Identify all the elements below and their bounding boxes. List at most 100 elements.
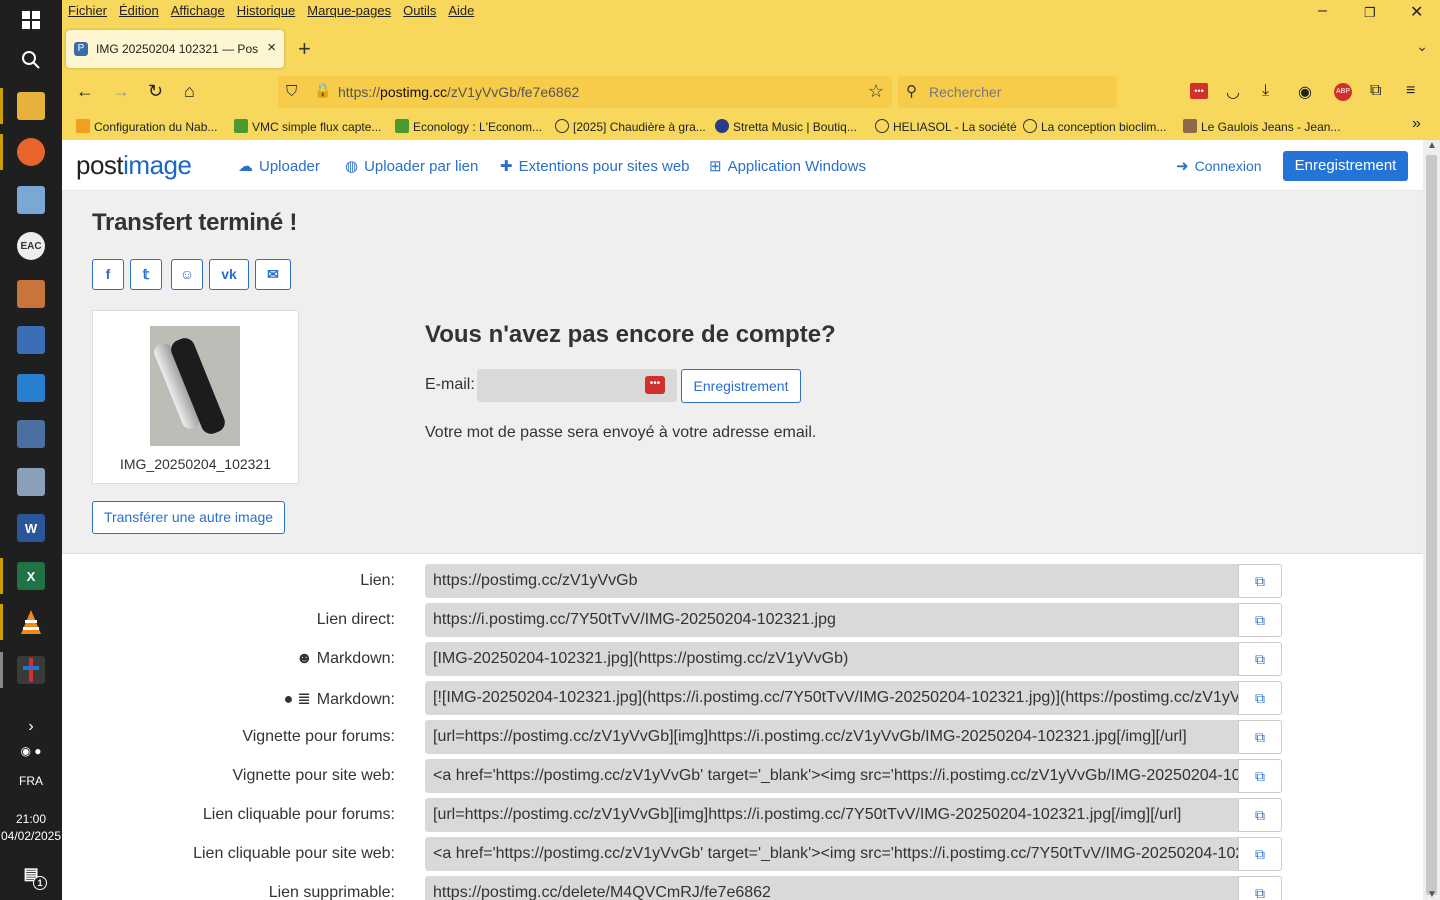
copy-icon[interactable]: ⧉ [1238,876,1282,900]
register-button[interactable]: Enregistrement [1283,151,1408,181]
app-icon[interactable] [17,280,45,308]
bookmark-item[interactable]: Stretta Music | Boutiq... [715,119,857,134]
language-indicator[interactable]: FRA [0,774,62,788]
copy-icon[interactable]: ⧉ [1238,759,1282,793]
bookmark-item[interactable]: La conception bioclim... [1023,119,1166,134]
photo-icon[interactable] [17,468,45,496]
download-icon[interactable]: ⤓ [1262,82,1269,100]
home-icon[interactable]: ⌂ [184,81,195,102]
link-field[interactable]: [url=https://postimg.cc/zV1yVvGb][img]ht… [425,798,1238,832]
search-icon[interactable] [17,46,45,74]
more-bookmarks-icon[interactable]: » [1412,115,1421,133]
link-field[interactable]: <a href='https://postimg.cc/zV1yVvGb' ta… [425,837,1238,871]
close-window-icon[interactable]: ✕ [1410,2,1423,22]
minimize-icon[interactable]: – [1318,2,1327,20]
word-icon[interactable]: W [17,514,45,542]
maximize-icon[interactable]: ❐ [1364,5,1376,21]
copy-icon[interactable]: ⧉ [1238,603,1282,637]
menu-help[interactable]: Aide [448,3,474,18]
lock-icon[interactable]: 🔒 [314,82,331,99]
link-field[interactable]: https://i.postimg.cc/7Y50tTvV/IMG-202502… [425,603,1238,637]
password-manager-icon[interactable]: ••• [1190,83,1208,99]
link-field[interactable]: [IMG-20250204-102321.jpg](https://postim… [425,642,1238,676]
book-icon[interactable] [17,374,45,402]
bookmark-star-icon[interactable]: ☆ [868,81,884,102]
new-tab-icon[interactable]: + [298,36,311,62]
copy-icon[interactable]: ⧉ [1238,798,1282,832]
link-field[interactable]: https://postimg.cc/delete/M4QVCmRJ/fe7e6… [425,876,1238,900]
bookmark-item[interactable]: VMC simple flux capte... [234,119,381,134]
reddit-share-icon[interactable]: ☺ [171,259,203,290]
copy-icon[interactable]: ⧉ [1238,642,1282,676]
link-field[interactable]: [![IMG-20250204-102321.jpg](https://i.po… [425,681,1238,715]
knife-image[interactable] [150,326,240,446]
nav-upload[interactable]: ☁ Uploader [238,157,320,175]
link-field[interactable]: [url=https://postimg.cc/zV1yVvGb][img]ht… [425,720,1238,754]
nav-windows-app[interactable]: ⊞ Application Windows [709,157,866,175]
list-tabs-icon[interactable]: ⌄ [1416,38,1428,55]
postimage-logo[interactable]: postimage [76,150,192,181]
back-icon[interactable]: ← [76,81,94,102]
notification-icon[interactable]: ▤ 1 [17,860,47,890]
account-icon[interactable]: ◉ [1298,82,1312,102]
excel-icon[interactable]: X [17,562,45,590]
nav-extensions[interactable]: ✚ Extentions pour sites web [500,157,690,175]
music-icon[interactable] [17,326,45,354]
menu-tools[interactable]: Outils [403,3,436,18]
vlc-icon[interactable] [17,608,45,636]
email-field[interactable]: ••• [477,369,677,402]
facebook-share-icon[interactable]: f [92,259,124,290]
copy-icon[interactable]: ⧉ [1238,837,1282,871]
file-explorer-icon[interactable] [17,92,45,120]
windows-start-icon[interactable] [17,6,45,34]
app-icon[interactable] [17,656,45,684]
clock-time[interactable]: 21:00 [0,812,62,826]
menu-history[interactable]: Historique [237,3,296,18]
url-bar[interactable]: ⛉ 🔒 https://postimg.cc/zV1yVvGb/fe7e6862… [278,76,892,108]
url-text[interactable]: https://postimg.cc/zV1yVvGb/fe7e6862 [338,84,579,100]
extensions-icon[interactable]: ⧉ [1370,82,1381,100]
tab-postimage[interactable]: P IMG 20250204 102321 — Postim × [66,30,284,68]
bookmark-item[interactable]: Econology : L'Econom... [395,119,542,134]
firefox-icon[interactable] [17,138,45,166]
nav-login[interactable]: ➜ Connexion [1176,157,1262,175]
scroll-down-icon[interactable]: ▼ [1427,889,1437,900]
chevron-right-icon[interactable]: › [0,718,62,736]
pocket-icon[interactable]: ◡ [1226,82,1240,102]
reload-icon[interactable]: ↻ [148,81,163,102]
email-share-icon[interactable]: ✉ [255,259,291,290]
menu-edit[interactable]: Édition [119,3,159,18]
tray-icons[interactable]: ◉ ● [0,744,62,758]
menu-file[interactable]: Fichier [68,3,107,18]
copy-icon[interactable]: ⧉ [1238,720,1282,754]
calculator-icon[interactable] [17,420,45,448]
forward-icon[interactable]: → [112,81,130,102]
copy-icon[interactable]: ⧉ [1238,564,1282,598]
vertical-scrollbar[interactable]: ▲ ▼ [1423,140,1440,900]
bookmark-item[interactable]: [2025] Chaudière à gra... [555,119,706,134]
close-tab-icon[interactable]: × [267,39,276,56]
nav-upload-link[interactable]: ◍ Uploader par lien [345,157,478,175]
bookmark-item[interactable]: Configuration du Nab... [76,119,217,134]
scrollbar-thumb[interactable] [1426,155,1437,895]
copy-icon[interactable]: ⧉ [1238,681,1282,715]
tracking-protection-icon[interactable]: ⛉ [286,83,297,100]
bookmark-item[interactable]: Le Gaulois Jeans - Jean... [1183,119,1340,134]
menu-view[interactable]: Affichage [171,3,225,18]
twitter-share-icon[interactable]: 𝕥 [130,259,162,290]
link-field[interactable]: https://postimg.cc/zV1yVvGb [425,564,1238,598]
search-bar[interactable]: ⚲ Rechercher [898,76,1117,108]
link-field[interactable]: <a href='https://postimg.cc/zV1yVvGb' ta… [425,759,1238,793]
clock-date[interactable]: 04/02/2025 [0,829,62,843]
email-register-button[interactable]: Enregistrement [681,369,801,403]
password-manager-icon[interactable]: ••• [645,376,665,394]
notepad-icon[interactable] [17,186,45,214]
scroll-up-icon[interactable]: ▲ [1427,140,1437,151]
bookmark-item[interactable]: HELIASOL - La société [875,119,1017,134]
vk-share-icon[interactable]: vk [209,259,249,290]
eac-icon[interactable]: EAC [17,232,45,260]
image-thumbnail-card[interactable]: IMG_20250204_102321 [92,310,299,484]
adblock-icon[interactable]: ABP [1334,83,1352,101]
upload-another-button[interactable]: Transférer une autre image [92,501,285,534]
hamburger-menu-icon[interactable]: ≡ [1406,82,1415,100]
